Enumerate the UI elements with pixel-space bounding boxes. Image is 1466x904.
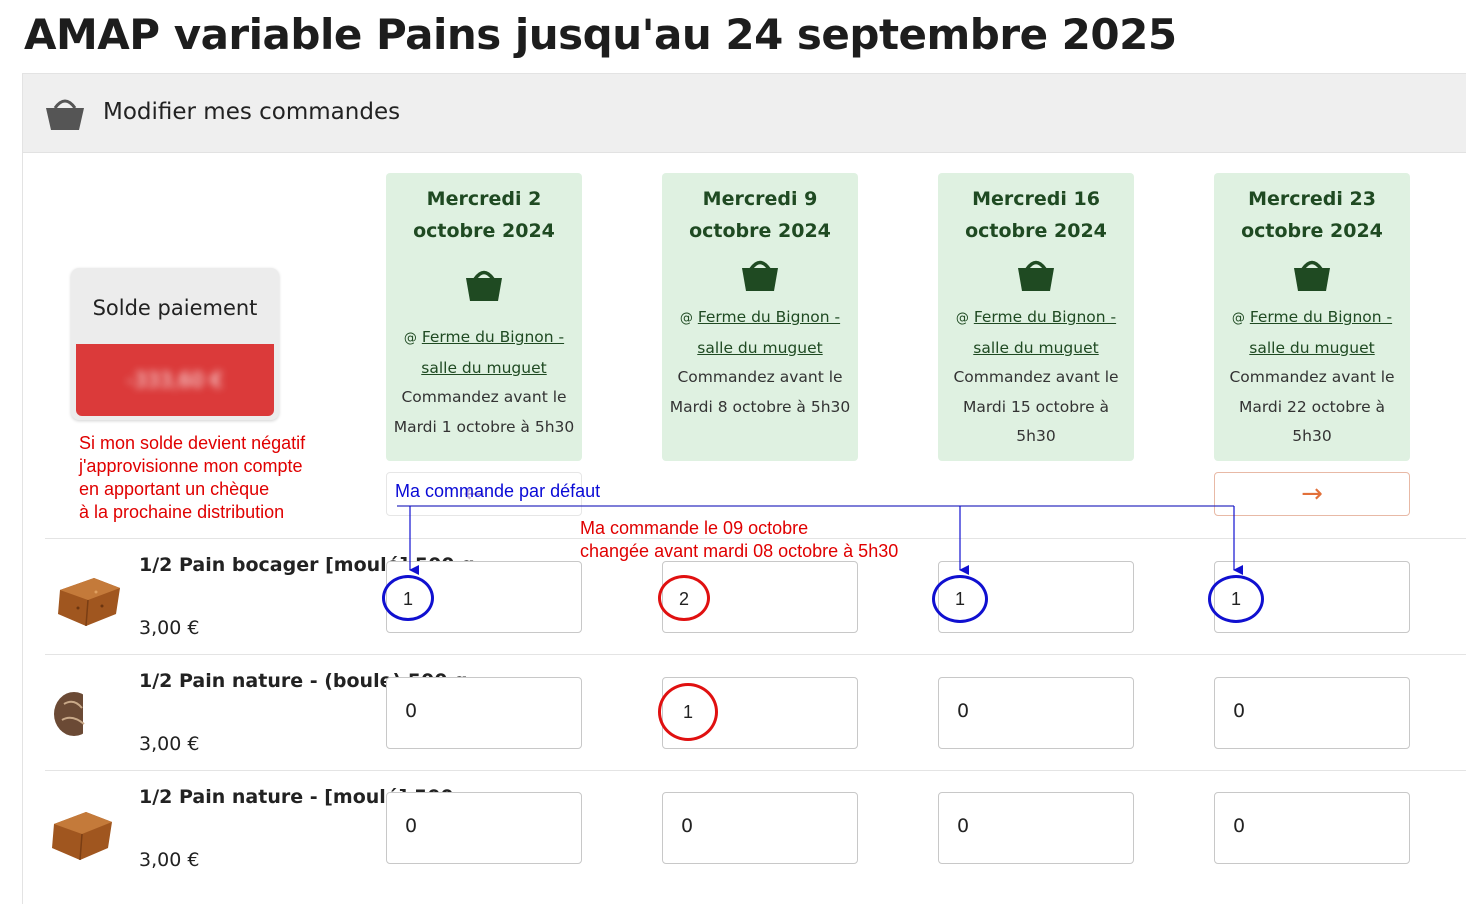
next-dates-button[interactable]: → xyxy=(1214,472,1410,516)
date-info: @ Ferme du Bignon - salle du muguet Comm… xyxy=(1218,303,1406,452)
product-image-bread-loaf xyxy=(50,556,128,630)
date-title: Mercredi 16 octobre 2024 xyxy=(965,188,1107,242)
date-info: @ Ferme du Bignon - salle du muguet Comm… xyxy=(390,323,578,442)
quantity-value: 1 xyxy=(682,702,693,722)
annotation-circle-red: 1 xyxy=(658,683,718,741)
panel-title: Modifier mes commandes xyxy=(103,99,401,125)
basket-icon xyxy=(464,265,504,307)
quantity-value: 1 xyxy=(954,589,965,609)
default-order-annotation: Ma commande par défaut xyxy=(395,481,601,501)
quantity-input[interactable]: 0 xyxy=(386,677,582,749)
row-divider xyxy=(45,654,1466,655)
order-deadline: Commandez avant le Mardi 8 octobre à 5h3… xyxy=(669,368,851,416)
order-deadline: Commandez avant le Mardi 22 octobre à 5h… xyxy=(1229,368,1395,445)
balance-label: Solde paiement xyxy=(92,296,258,320)
location-link[interactable]: Ferme du Bignon - salle du muguet xyxy=(1249,308,1392,357)
quantity-input[interactable]: 0 xyxy=(386,792,582,864)
negative-balance-annotation: Si mon solde devient négatif j'approvisi… xyxy=(79,433,306,522)
product-price: 3,00 € xyxy=(139,733,200,755)
balance-card: Solde paiement -333,60 € xyxy=(71,268,279,420)
date-card-3: Mercredi 16 octobre 2024 @ Ferme du Bign… xyxy=(938,173,1134,461)
annotation-circle-blue: 1 xyxy=(932,575,988,623)
quantity-value: 0 xyxy=(405,700,418,722)
quantity-value: 0 xyxy=(681,815,694,837)
quantity-value: 0 xyxy=(957,815,970,837)
date-card-4: Mercredi 23 octobre 2024 @ Ferme du Bign… xyxy=(1214,173,1410,461)
quantity-input[interactable]: 0 xyxy=(662,792,858,864)
quantity-value: 0 xyxy=(1233,815,1246,837)
basket-icon xyxy=(43,92,87,136)
basket-icon xyxy=(1292,255,1332,297)
quantity-input[interactable]: 0 xyxy=(938,677,1134,749)
at-icon: @ xyxy=(955,311,969,326)
date-title: Mercredi 23 octobre 2024 xyxy=(1241,188,1383,242)
basket-icon xyxy=(740,255,780,297)
quantity-value: 1 xyxy=(1230,589,1241,609)
quantity-input[interactable]: 0 xyxy=(938,792,1134,864)
row-divider xyxy=(45,770,1466,771)
date-title: Mercredi 2 octobre 2024 xyxy=(413,188,555,242)
date-card-1: Mercredi 2 octobre 2024 @ Ferme du Bigno… xyxy=(386,173,582,461)
date-info: @ Ferme du Bignon - salle du muguet Comm… xyxy=(942,303,1130,452)
balance-value: -333,60 € xyxy=(126,368,224,392)
location-link[interactable]: Ferme du Bignon - salle du muguet xyxy=(697,308,840,357)
product-price: 3,00 € xyxy=(139,849,200,871)
order-deadline: Commandez avant le Mardi 1 octobre à 5h3… xyxy=(393,388,575,436)
product-image-bread-boule xyxy=(50,674,128,748)
location-link[interactable]: Ferme du Bignon - salle du muguet xyxy=(973,308,1116,357)
quantity-input[interactable]: 0 xyxy=(1214,792,1410,864)
date-title: Mercredi 9 octobre 2024 xyxy=(689,188,831,242)
annotation-circle-blue: 1 xyxy=(1208,575,1264,623)
annotation-circle-blue: 1 xyxy=(382,575,434,621)
quantity-value: 0 xyxy=(1233,700,1246,722)
date-card-2: Mercredi 9 octobre 2024 @ Ferme du Bigno… xyxy=(662,173,858,461)
page-title: AMAP variable Pains jusqu'au 24 septembr… xyxy=(24,10,1177,59)
quantity-value: 2 xyxy=(678,589,689,609)
balance-value-box: -333,60 € xyxy=(76,344,274,416)
panel-header: Modifier mes commandes xyxy=(23,74,1466,153)
at-icon: @ xyxy=(403,331,417,346)
annotation-circle-red: 2 xyxy=(658,575,710,621)
quantity-value: 1 xyxy=(402,589,413,609)
product-price: 3,00 € xyxy=(139,617,200,639)
quantity-value: 0 xyxy=(957,700,970,722)
at-icon: @ xyxy=(1231,311,1245,326)
arrow-right-icon: → xyxy=(1301,479,1323,509)
order-deadline: Commandez avant le Mardi 15 octobre à 5h… xyxy=(953,368,1119,445)
product-image-bread-loaf xyxy=(50,788,128,862)
basket-icon xyxy=(1016,255,1056,297)
quantity-input[interactable]: 0 xyxy=(1214,677,1410,749)
at-icon: @ xyxy=(679,311,693,326)
date-info: @ Ferme du Bignon - salle du muguet Comm… xyxy=(666,303,854,422)
location-link[interactable]: Ferme du Bignon - salle du muguet xyxy=(421,328,564,377)
quantity-value: 0 xyxy=(405,815,418,837)
row-divider xyxy=(45,538,1466,539)
changed-order-annotation: Ma commande le 09 octobre changée avant … xyxy=(580,518,899,561)
